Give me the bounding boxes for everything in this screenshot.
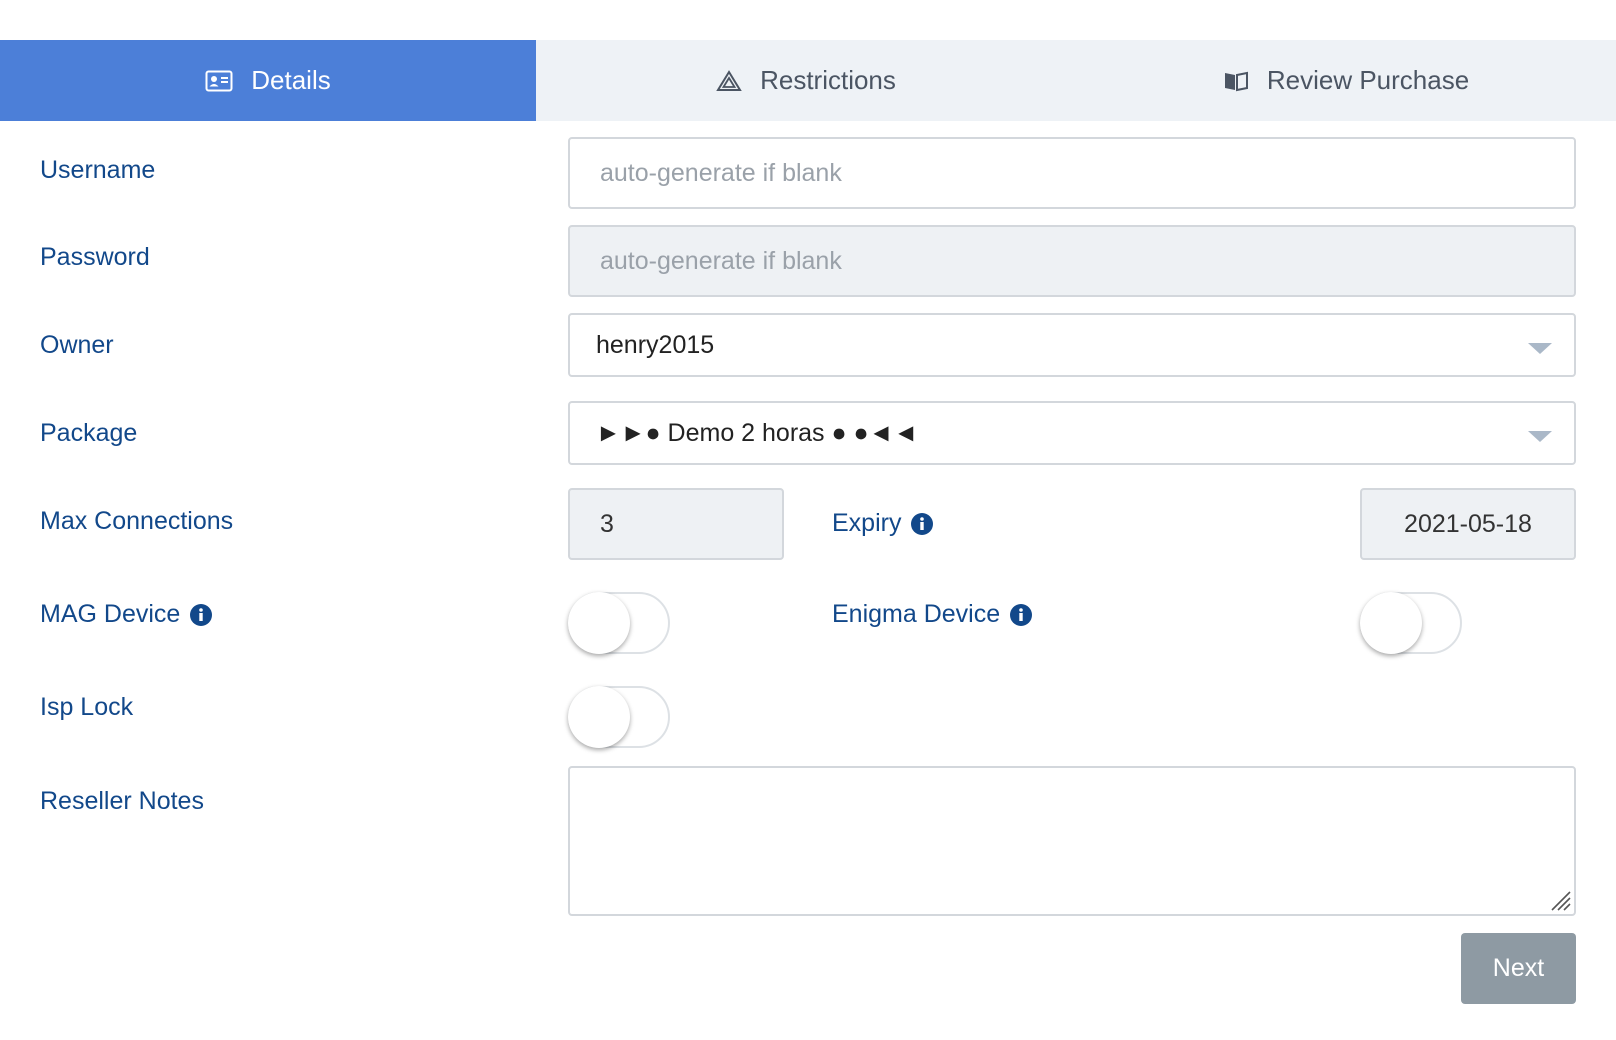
reseller-notes-textarea[interactable]: [568, 766, 1576, 916]
toggle-knob: [568, 686, 630, 748]
tab-details[interactable]: Details: [0, 40, 536, 121]
info-icon[interactable]: [1010, 603, 1033, 626]
open-book-icon: [1223, 70, 1249, 92]
isp-lock-label: Isp Lock: [40, 693, 133, 722]
tab-restrictions[interactable]: Restrictions: [536, 40, 1076, 121]
reseller-notes-label: Reseller Notes: [40, 787, 204, 816]
max-connections-label: Max Connections: [40, 507, 233, 536]
package-selected-value: ►►● Demo 2 horas ● ●◄◄: [596, 418, 919, 447]
password-label-text: Password: [40, 243, 150, 271]
enigma-device-label-text: Enigma Device: [832, 600, 1001, 628]
package-label: Package: [40, 419, 137, 448]
max-connections-label-text: Max Connections: [40, 507, 234, 535]
owner-label-text: Owner: [40, 331, 114, 359]
owner-select[interactable]: henry2015: [568, 313, 1576, 377]
username-input[interactable]: [568, 137, 1576, 209]
tab-restrictions-label: Restrictions: [760, 65, 896, 95]
info-icon[interactable]: [190, 603, 213, 626]
password-label: Password: [40, 243, 150, 272]
owner-selected-value: henry2015: [596, 330, 715, 359]
max-connections-input[interactable]: [568, 488, 784, 560]
id-card-icon: [205, 70, 233, 92]
resize-handle-icon[interactable]: [1546, 886, 1572, 912]
tab-review-purchase[interactable]: Review Purchase: [1076, 40, 1616, 121]
package-label-text: Package: [40, 419, 138, 447]
package-select[interactable]: ►►● Demo 2 horas ● ●◄◄: [568, 401, 1576, 465]
owner-label: Owner: [40, 331, 114, 360]
tab-details-label: Details: [251, 65, 331, 95]
info-icon[interactable]: [911, 512, 934, 535]
expiry-label-text: Expiry: [832, 509, 902, 537]
toggle-knob: [1360, 592, 1422, 654]
chevron-down-icon: [1528, 431, 1552, 442]
chevron-down-icon: [1528, 343, 1552, 354]
enigma-device-toggle[interactable]: [1360, 592, 1462, 654]
isp-lock-toggle[interactable]: [568, 686, 670, 748]
reseller-notes-label-text: Reseller Notes: [40, 787, 204, 815]
warning-triangle-icon: [716, 69, 742, 92]
wizard-tabs: Details Restrictions Review Purchase: [0, 40, 1616, 121]
username-label: Username: [40, 156, 155, 185]
next-button[interactable]: Next: [1461, 933, 1576, 1004]
mag-device-toggle[interactable]: [568, 592, 670, 654]
expiry-label: Expiry: [832, 509, 934, 538]
mag-device-label-text: MAG Device: [40, 600, 181, 628]
password-input[interactable]: [568, 225, 1576, 297]
expiry-date-input[interactable]: [1360, 488, 1576, 560]
isp-lock-label-text: Isp Lock: [40, 693, 134, 721]
enigma-device-label: Enigma Device: [832, 600, 1033, 629]
tab-review-label: Review Purchase: [1266, 65, 1470, 95]
toggle-knob: [568, 592, 630, 654]
mag-device-label: MAG Device: [40, 600, 213, 629]
username-label-text: Username: [40, 156, 156, 184]
